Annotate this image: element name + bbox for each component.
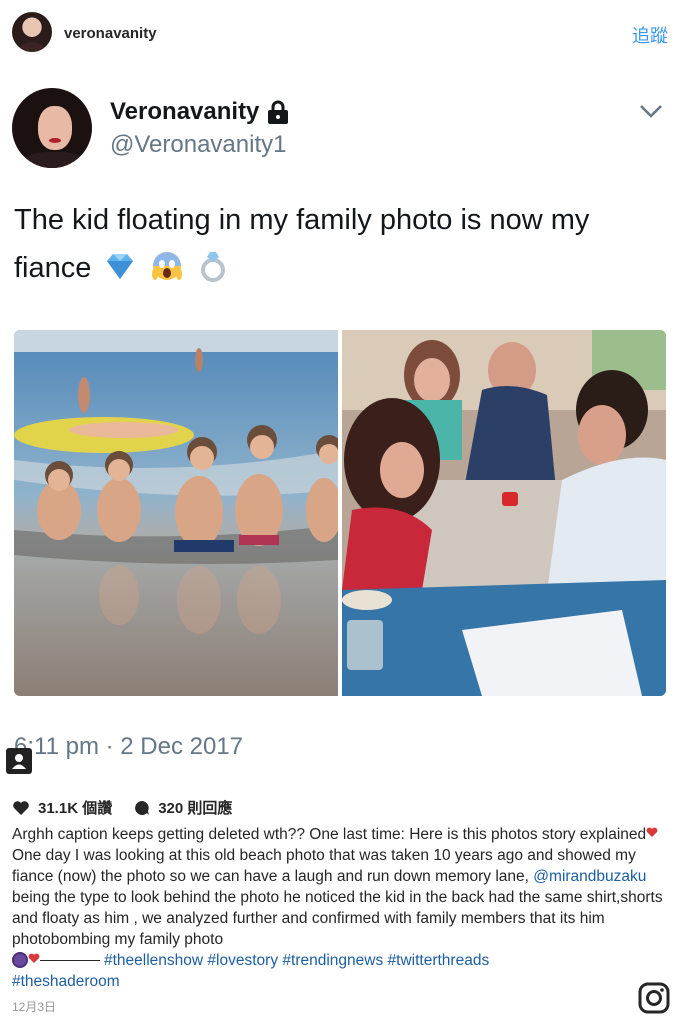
screaming-face-icon xyxy=(151,252,182,280)
heart-icon[interactable] xyxy=(12,800,30,816)
username[interactable]: veronavanity xyxy=(64,25,157,42)
hashtag-link[interactable]: #theellenshow xyxy=(104,952,203,969)
ring-icon xyxy=(200,252,225,282)
comment-icon[interactable] xyxy=(134,800,150,816)
hashtag-link[interactable]: #trendingnews xyxy=(282,952,383,969)
mention-link[interactable]: @mirandbuzaku xyxy=(533,868,646,885)
caption-part1: Arghh caption keeps getting deleted wth?… xyxy=(12,826,647,843)
divider-line xyxy=(40,960,100,961)
likes-count[interactable]: 31.1K 個讚 xyxy=(38,797,112,818)
comments-count[interactable]: 320 則回應 xyxy=(158,797,232,818)
user-tag-icon[interactable] xyxy=(6,748,32,774)
couple-emoji-icon xyxy=(12,952,28,968)
heart-emoji-icon xyxy=(646,827,658,837)
hashtag-link[interactable]: #lovestory xyxy=(207,952,278,969)
proposal-photo[interactable] xyxy=(342,330,666,696)
tweet-display-name: Veronavanity xyxy=(110,98,289,126)
tweet-timestamp: 6:11 pm · 2 Dec 2017 xyxy=(14,733,244,760)
chevron-down-icon[interactable] xyxy=(638,98,664,124)
instagram-icon[interactable] xyxy=(638,982,670,1014)
post-stats: 31.1K 個讚 320 則回應 xyxy=(12,797,232,818)
gem-icon xyxy=(107,254,134,279)
follow-button[interactable]: 追蹤 xyxy=(632,22,668,48)
tweet-text-content: The kid floating in my family photo is n… xyxy=(14,204,590,284)
tweet-text: The kid floating in my family photo is n… xyxy=(14,196,664,292)
post-caption: Arghh caption keeps getting deleted wth?… xyxy=(12,824,672,992)
hashtag-link[interactable]: #twitterthreads xyxy=(388,952,490,969)
heart-emoji-icon xyxy=(28,953,40,963)
hashtag-link[interactable]: #theshaderoom xyxy=(12,973,120,990)
tweet-display-name-text: Veronavanity xyxy=(110,98,260,125)
avatar[interactable] xyxy=(12,12,52,52)
lock-icon xyxy=(267,100,289,124)
tweet-avatar xyxy=(12,88,92,168)
tweet-handle: @Veronavanity1 xyxy=(110,131,287,158)
post-date: 12月3日 xyxy=(12,1000,57,1014)
post-header: veronavanity 追蹤 xyxy=(0,0,680,70)
caption-part3: being the type to look behind the photo … xyxy=(12,889,663,948)
beach-photo[interactable] xyxy=(14,330,338,696)
